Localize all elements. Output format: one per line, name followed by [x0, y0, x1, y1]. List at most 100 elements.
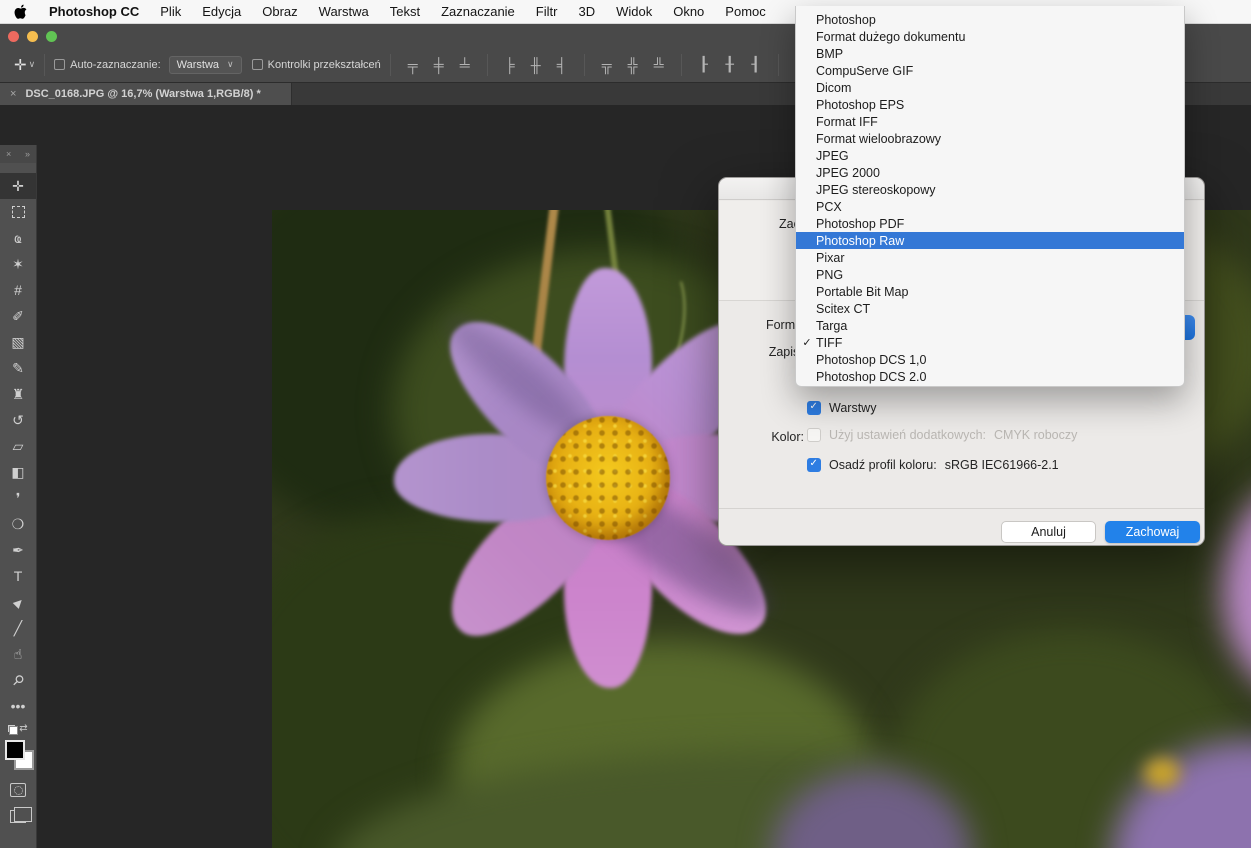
move-tool-icon[interactable]: ✛ [14, 56, 27, 74]
pen-tool[interactable]: ✒ [0, 537, 36, 563]
format-option-scitex-ct[interactable]: Scitex CT [796, 300, 1184, 317]
format-option-photoshop-dcs-1-0[interactable]: Photoshop DCS 1,0 [796, 351, 1184, 368]
path-selection-tool-icon: ▶ [10, 594, 25, 609]
menu-item-3d[interactable]: 3D [578, 4, 595, 19]
menu-item-pomoc[interactable]: Pomoc [725, 4, 765, 19]
format-option-compuserve-gif[interactable]: CompuServe GIF [796, 62, 1184, 79]
history-brush-tool[interactable]: ↺ [0, 407, 36, 433]
distribute-middle-icon[interactable]: ╬ [620, 57, 646, 73]
move-tool[interactable]: ✛ [0, 173, 36, 199]
extra-settings-checkbox[interactable] [807, 428, 821, 442]
distribute-right-icon[interactable]: ┨ [743, 56, 769, 73]
toolbar-options[interactable]: ••• [0, 693, 36, 719]
format-option-tiff[interactable]: ✓TIFF [796, 334, 1184, 351]
format-option-jpeg[interactable]: JPEG [796, 147, 1184, 164]
format-option-photoshop[interactable]: Photoshop [796, 11, 1184, 28]
format-option-jpeg-stereoskopowy[interactable]: JPEG stereoskopowy [796, 181, 1184, 198]
save-button[interactable]: Zachowaj [1105, 521, 1200, 543]
format-option-dicom[interactable]: Dicom [796, 79, 1184, 96]
zoom-tool[interactable]: ⚲ [0, 667, 36, 693]
brush-tool[interactable]: ✎ [0, 355, 36, 381]
quick-mask-button[interactable] [0, 777, 36, 803]
menu-item-edycja[interactable]: Edycja [202, 4, 241, 19]
foreground-color-swatch[interactable] [5, 740, 25, 760]
align-left-icon[interactable]: ╞ [497, 57, 523, 73]
hand-tool[interactable]: ☝ [0, 641, 36, 667]
format-option-format-iff[interactable]: Format IFF [796, 113, 1184, 130]
align-center-icon[interactable]: ╫ [523, 57, 549, 73]
close-tab-icon[interactable]: × [10, 88, 16, 100]
collapse-panel-icon[interactable]: × [6, 149, 11, 159]
move-tool-icon: ✛ [12, 178, 24, 195]
format-option-png[interactable]: PNG [796, 266, 1184, 283]
align-middle-icon[interactable]: ╪ [426, 57, 452, 73]
format-option-pcx[interactable]: PCX [796, 198, 1184, 215]
toolbar-options-icon: ••• [11, 698, 26, 714]
menu-item-warstwa[interactable]: Warstwa [319, 4, 369, 19]
distribute-center-icon[interactable]: ╂ [717, 56, 743, 73]
default-colors-icon[interactable] [8, 725, 15, 732]
embed-profile-checkbox[interactable] [807, 458, 821, 472]
document-tab[interactable]: × DSC_0168.JPG @ 16,7% (Warstwa 1,RGB/8)… [0, 83, 292, 105]
clone-stamp-tool[interactable]: ♜ [0, 381, 36, 407]
format-option-jpeg-2000[interactable]: JPEG 2000 [796, 164, 1184, 181]
format-option-targa[interactable]: Targa [796, 317, 1184, 334]
zoom-window-button[interactable] [46, 31, 57, 42]
align-bottom-icon[interactable]: ╧ [452, 57, 478, 73]
distribute-left-icon[interactable]: ┠ [691, 56, 717, 73]
close-window-button[interactable] [8, 31, 19, 42]
crop-tool[interactable]: # [0, 277, 36, 303]
dodge-tool[interactable]: ❍ [0, 511, 36, 537]
distribute-bottom-icon[interactable]: ╩ [646, 57, 672, 73]
spot-healing-brush-tool[interactable]: ▧ [0, 329, 36, 355]
format-option-portable-bit-map[interactable]: Portable Bit Map [796, 283, 1184, 300]
gradient-tool[interactable]: ◧ [0, 459, 36, 485]
minimize-window-button[interactable] [27, 31, 38, 42]
clone-stamp-tool-icon: ♜ [12, 386, 25, 403]
app-menu-title[interactable]: Photoshop CC [49, 4, 139, 19]
menu-item-plik[interactable]: Plik [160, 4, 181, 19]
format-option-photoshop-eps[interactable]: Photoshop EPS [796, 96, 1184, 113]
expand-panel-icon[interactable]: » [25, 149, 30, 159]
swap-colors-icon[interactable]: ⇄ [19, 723, 27, 734]
rectangular-marquee-tool[interactable] [0, 199, 36, 225]
separator [719, 508, 1204, 509]
menu-item-widok[interactable]: Widok [616, 4, 652, 19]
blur-tool-icon: ❜ [16, 490, 21, 507]
menu-item-zaznaczanie[interactable]: Zaznaczanie [441, 4, 515, 19]
eyedropper-tool[interactable]: ✐ [0, 303, 36, 329]
cancel-button[interactable]: Anuluj [1001, 521, 1096, 543]
layers-checkbox[interactable] [807, 401, 821, 415]
transform-controls-checkbox[interactable] [252, 59, 263, 70]
path-selection-tool[interactable]: ▶ [0, 589, 36, 615]
menu-item-filtr[interactable]: Filtr [536, 4, 558, 19]
format-option-format-du-ego-dokumentu[interactable]: Format dużego dokumentu [796, 28, 1184, 45]
distribute-top-icon[interactable]: ╦ [594, 57, 620, 73]
menu-item-okno[interactable]: Okno [673, 4, 704, 19]
menu-item-obraz[interactable]: Obraz [262, 4, 297, 19]
apple-icon[interactable] [14, 4, 28, 20]
tool-preset-chevron-icon[interactable]: ∨ [29, 59, 36, 70]
format-option-label: JPEG 2000 [816, 166, 880, 180]
auto-select-checkbox[interactable] [54, 59, 65, 70]
quick-selection-tool[interactable]: ✶ [0, 251, 36, 277]
format-option-label: Photoshop EPS [816, 98, 904, 112]
screen-mode-button[interactable] [0, 803, 36, 829]
line-tool-icon: ╱ [14, 620, 22, 637]
format-option-photoshop-raw[interactable]: Photoshop Raw [796, 232, 1184, 249]
line-tool[interactable]: ╱ [0, 615, 36, 641]
blur-tool[interactable]: ❜ [0, 485, 36, 511]
format-option-photoshop-pdf[interactable]: Photoshop PDF [796, 215, 1184, 232]
format-option-format-wieloobrazowy[interactable]: Format wieloobrazowy [796, 130, 1184, 147]
eraser-tool[interactable]: ▱ [0, 433, 36, 459]
align-top-icon[interactable]: ╤ [400, 57, 426, 73]
format-option-bmp[interactable]: BMP [796, 45, 1184, 62]
align-right-icon[interactable]: ╡ [549, 57, 575, 73]
type-tool[interactable]: T [0, 563, 36, 589]
auto-select-target-dropdown[interactable]: Warstwa ∨ [169, 56, 242, 74]
format-option-pixar[interactable]: Pixar [796, 249, 1184, 266]
lasso-tool[interactable]: ҩ [0, 225, 36, 251]
lasso-tool-icon: ҩ [14, 230, 21, 246]
format-option-photoshop-dcs-2-0[interactable]: Photoshop DCS 2.0 [796, 368, 1184, 385]
menu-item-tekst[interactable]: Tekst [390, 4, 420, 19]
